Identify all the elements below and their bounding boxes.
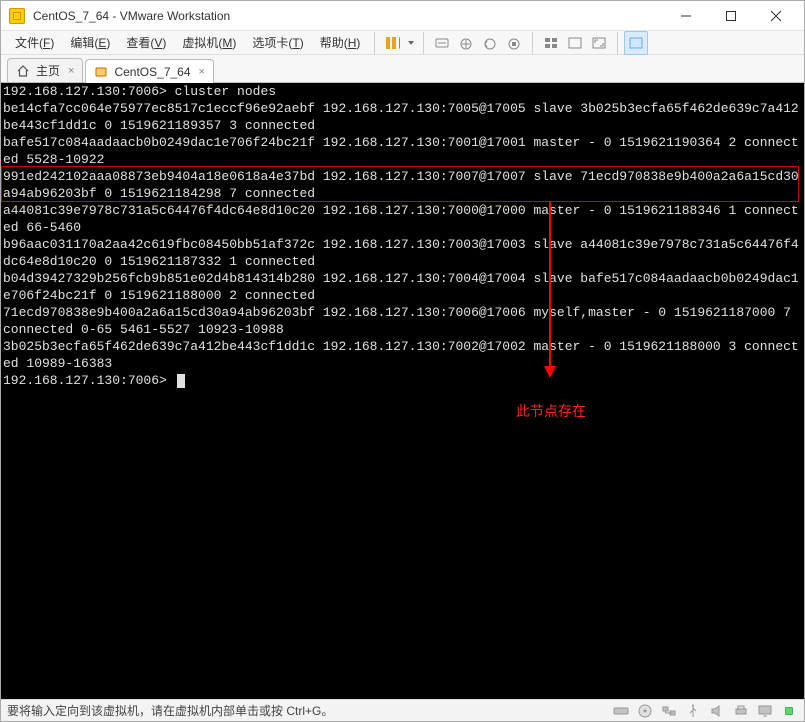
vm-tab-label: CentOS_7_64 [114, 65, 190, 79]
device-icons [612, 703, 798, 719]
close-tab-icon[interactable]: × [68, 65, 74, 77]
menu-tabs[interactable]: 选项卡(T) [244, 32, 311, 53]
device-cd-icon[interactable] [636, 703, 654, 719]
toolbar-separator-2 [532, 32, 533, 54]
maximize-button[interactable] [708, 2, 753, 30]
vm-console[interactable]: 192.168.127.130:7006> cluster nodes be14… [1, 83, 804, 699]
device-harddisk-icon[interactable] [612, 703, 630, 719]
close-button[interactable] [753, 2, 798, 30]
device-usb-icon[interactable] [684, 703, 702, 719]
console-view-button[interactable] [563, 31, 587, 55]
home-tab-label: 主页 [36, 62, 60, 79]
vm-icon [94, 65, 108, 79]
power-dropdown[interactable] [405, 32, 417, 54]
unity-button[interactable] [624, 31, 648, 55]
device-printer-icon[interactable] [732, 703, 750, 719]
window-title: CentOS_7_64 - VMware Workstation [33, 9, 230, 23]
menu-help[interactable]: 帮助(H) [312, 32, 369, 53]
device-network-icon[interactable] [660, 703, 678, 719]
snapshot-manager-button[interactable] [502, 31, 526, 55]
statusbar: 要将输入定向到该虚拟机，请在虚拟机内部单击或按 Ctrl+G。 [1, 699, 804, 721]
menu-separator [374, 32, 375, 54]
send-ctrl-alt-del-button[interactable] [430, 31, 454, 55]
menu-vm[interactable]: 虚拟机(M) [174, 32, 244, 53]
terminal-output: 192.168.127.130:7006> cluster nodes be14… [1, 83, 804, 389]
device-sound-icon[interactable] [708, 703, 726, 719]
window-titlebar: CentOS_7_64 - VMware Workstation [1, 1, 804, 31]
terminal-cursor [177, 374, 185, 388]
close-tab-icon[interactable]: × [199, 66, 205, 78]
toolbar-separator-3 [617, 32, 618, 54]
window-controls [663, 2, 798, 30]
menu-edit[interactable]: 编辑(E) [62, 32, 118, 53]
menubar: 文件(F) 编辑(E) 查看(V) 虚拟机(M) 选项卡(T) 帮助(H) [1, 31, 804, 55]
home-tab[interactable]: 主页 × [7, 58, 83, 82]
vm-tab[interactable]: CentOS_7_64 × [85, 59, 214, 83]
message-log-icon[interactable] [780, 703, 798, 719]
power-controls [381, 32, 417, 54]
thumbnail-view-button[interactable] [539, 31, 563, 55]
minimize-button[interactable] [663, 2, 708, 30]
statusbar-hint: 要将输入定向到该虚拟机，请在虚拟机内部单击或按 Ctrl+G。 [7, 702, 333, 719]
menu-view[interactable]: 查看(V) [118, 32, 174, 53]
snapshot-take-button[interactable] [454, 31, 478, 55]
menu-file[interactable]: 文件(F) [7, 32, 62, 53]
fullscreen-button[interactable] [587, 31, 611, 55]
device-display-icon[interactable] [756, 703, 774, 719]
tabstrip: 主页 × CentOS_7_64 × [1, 55, 804, 83]
snapshot-revert-button[interactable] [478, 31, 502, 55]
home-icon [16, 64, 30, 78]
toolbar-separator [423, 32, 424, 54]
play-pause-button[interactable] [381, 32, 405, 54]
app-icon [9, 8, 25, 24]
annotation-text: 此节点存在 [516, 401, 586, 421]
